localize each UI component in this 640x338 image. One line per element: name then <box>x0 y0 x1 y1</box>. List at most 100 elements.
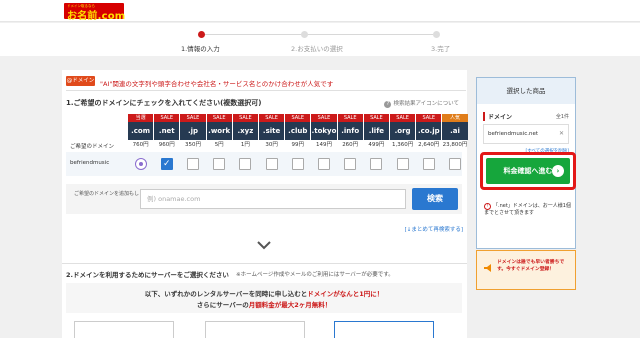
server-section-title: 2.ドメインを利用するためにサーバーをご選択ください <box>66 271 229 279</box>
tld-header: .life <box>363 122 389 140</box>
step-connector <box>305 34 433 35</box>
sale-badge: SALE <box>259 114 285 122</box>
tld-header: .ai <box>442 122 468 140</box>
tld-price: 30円 <box>265 142 278 148</box>
promo-line-2a: さらにサーバーの <box>196 301 249 309</box>
domain-section-title: 1.ご希望のドメインにチェックを入れてください(複数選択可) <box>66 99 262 107</box>
tld-price: 350円 <box>184 142 201 148</box>
arrow-right-icon: › <box>552 165 564 177</box>
server-card[interactable] <box>334 321 434 338</box>
icon-help-label: 検索結果アイコンについて <box>393 101 459 107</box>
tld-checkbox[interactable] <box>187 158 199 170</box>
tld-checkbox[interactable] <box>291 158 304 170</box>
server-section: 2.ドメインを利用するためにサーバーをご選択ください ※ホームページ作成やメール… <box>62 263 467 338</box>
sale-badge: SALE <box>206 114 232 122</box>
tld-checkbox[interactable]: ✓ <box>160 158 173 170</box>
proceed-label: 料金確認へ進む <box>503 167 553 175</box>
cart-title: 選択した商品 <box>477 78 575 104</box>
tld-price: 5円 <box>214 142 224 148</box>
tld-price: 1円 <box>240 142 250 148</box>
step-label-3: 3.完了 <box>431 45 451 53</box>
step-label-1: 1.情報の入力 <box>181 45 220 53</box>
cta-highlight: 料金確認へ進む › <box>480 152 576 190</box>
sale-badge: 当選 <box>128 114 154 122</box>
server-promo: 以下、いずれかのレンタルサーバーを同時に申し込むとドメインがなんと1円に！ さら… <box>66 283 462 313</box>
search-button[interactable]: 検索 <box>412 188 458 210</box>
warning-icon: ! <box>484 203 491 210</box>
server-card[interactable] <box>205 321 305 338</box>
tld-checkbox[interactable] <box>396 158 409 170</box>
tld-checkbox[interactable] <box>239 158 252 170</box>
step-label-2: 2.お支払いの選択 <box>291 45 343 53</box>
chevron-down-icon <box>257 241 271 250</box>
search-box: ご希望のドメインを追加もしくは再検索する 例) onamae.com 検索 <box>66 184 462 214</box>
cart-domain-label: ドメイン <box>483 112 512 121</box>
row-label-domain: ご希望のドメイン <box>70 144 115 150</box>
sale-badge: SALE <box>180 114 206 122</box>
tld-price: 960円 <box>158 142 175 148</box>
tld-checkbox[interactable] <box>265 158 278 170</box>
tld-header: .tokyo <box>311 122 337 140</box>
promo-line-1a: 以下、いずれかのレンタルサーバーを同時に申し込むと <box>144 290 308 298</box>
tld-price: 149円 <box>315 142 332 148</box>
tld-price: 23,800円 <box>442 142 468 148</box>
promo-line-2b: 月額料金が最大2ヶ月無料！ <box>248 301 332 309</box>
side-banner[interactable]: ドメインは誰でも早い者勝ちです。今すぐドメイン登録！ <box>476 250 576 290</box>
site-header: ドメイン取るなら お名前.com <box>0 0 640 22</box>
sale-badge: SALE <box>416 114 442 122</box>
side-banner-text: ドメインは誰でも早い者勝ちです。今すぐドメイン登録！ <box>497 260 565 272</box>
bulk-research-link[interactable]: [↓まとめて再検索する] <box>405 225 463 233</box>
sale-badge: SALE <box>154 114 180 122</box>
remove-icon[interactable]: ✕ <box>559 125 564 143</box>
logo-text: お名前.com <box>67 11 126 22</box>
unavailable-indicator <box>134 158 147 170</box>
domain-search-input[interactable]: 例) onamae.com <box>140 189 406 209</box>
tld-header: .org <box>390 122 416 140</box>
cart-item-name: befriendmusic.net <box>488 131 538 137</box>
promo-line-1b: ドメインがなんと1円に！ <box>307 290 384 298</box>
progress-steps: 1.情報の入力 2.お支払いの選択 3.完了 <box>0 23 640 56</box>
step-dot-2 <box>301 31 308 38</box>
megaphone-icon <box>484 264 491 272</box>
tld-header: .site <box>259 122 285 140</box>
cart-item: befriendmusic.net ✕ <box>483 124 569 144</box>
cart-note-text: 「.net」ドメインは、お一人様1個までとさせて頂きます <box>484 203 571 216</box>
step-connector <box>202 34 302 35</box>
sale-badge: SALE <box>337 114 363 122</box>
proceed-button[interactable]: 料金確認へ進む › <box>486 158 570 184</box>
tld-price: 260円 <box>342 142 359 148</box>
sale-badge: SALE <box>232 114 258 122</box>
query-label: befriendmusic <box>70 160 110 166</box>
step-dot-1 <box>198 31 205 38</box>
tld-checkbox[interactable] <box>449 158 461 170</box>
server-card[interactable] <box>74 321 174 338</box>
tld-header: .info <box>337 122 363 140</box>
tld-price: 499円 <box>368 142 385 148</box>
tld-header: .xyz <box>232 122 258 140</box>
step-dot-3 <box>433 31 440 38</box>
divider <box>66 90 466 91</box>
promo-line-1: 以下、いずれかのレンタルサーバーを同時に申し込むとドメインがなんと1円に！ <box>66 288 462 298</box>
tld-checkbox[interactable] <box>213 158 226 170</box>
site-logo[interactable]: ドメイン取るなら お名前.com <box>64 3 126 22</box>
tld-checkbox[interactable] <box>318 158 330 170</box>
server-section-note: ※ホームページ作成やメールのご利用にはサーバーが必要です。 <box>236 272 394 278</box>
tld-price: 1,360円 <box>391 142 414 148</box>
tld-header: .com <box>128 122 154 140</box>
icon-help-link[interactable]: ? 検索結果アイコンについて <box>384 99 459 108</box>
tld-header: .work <box>206 122 232 140</box>
sale-badge: SALE <box>285 114 311 122</box>
ad-text[interactable]: "AI"関連の文字列や頭字合わせや会社名・サービス名とのかけ合わせが人気です <box>100 78 333 88</box>
cart-count: 全1件 <box>555 114 569 120</box>
sale-badge: SALE <box>390 114 416 122</box>
tld-header: .jp <box>180 122 206 140</box>
tld-checkbox[interactable] <box>344 158 357 170</box>
tld-price: 2,640円 <box>418 142 440 148</box>
sale-badge: SALE <box>311 114 337 122</box>
sale-badge: SALE <box>363 114 389 122</box>
info-icon: ? <box>384 101 392 108</box>
tld-checkbox[interactable] <box>370 158 383 170</box>
tld-header: .club <box>285 122 311 140</box>
ad-tag: @ドメイン <box>66 76 95 86</box>
tld-checkbox[interactable] <box>422 158 435 170</box>
